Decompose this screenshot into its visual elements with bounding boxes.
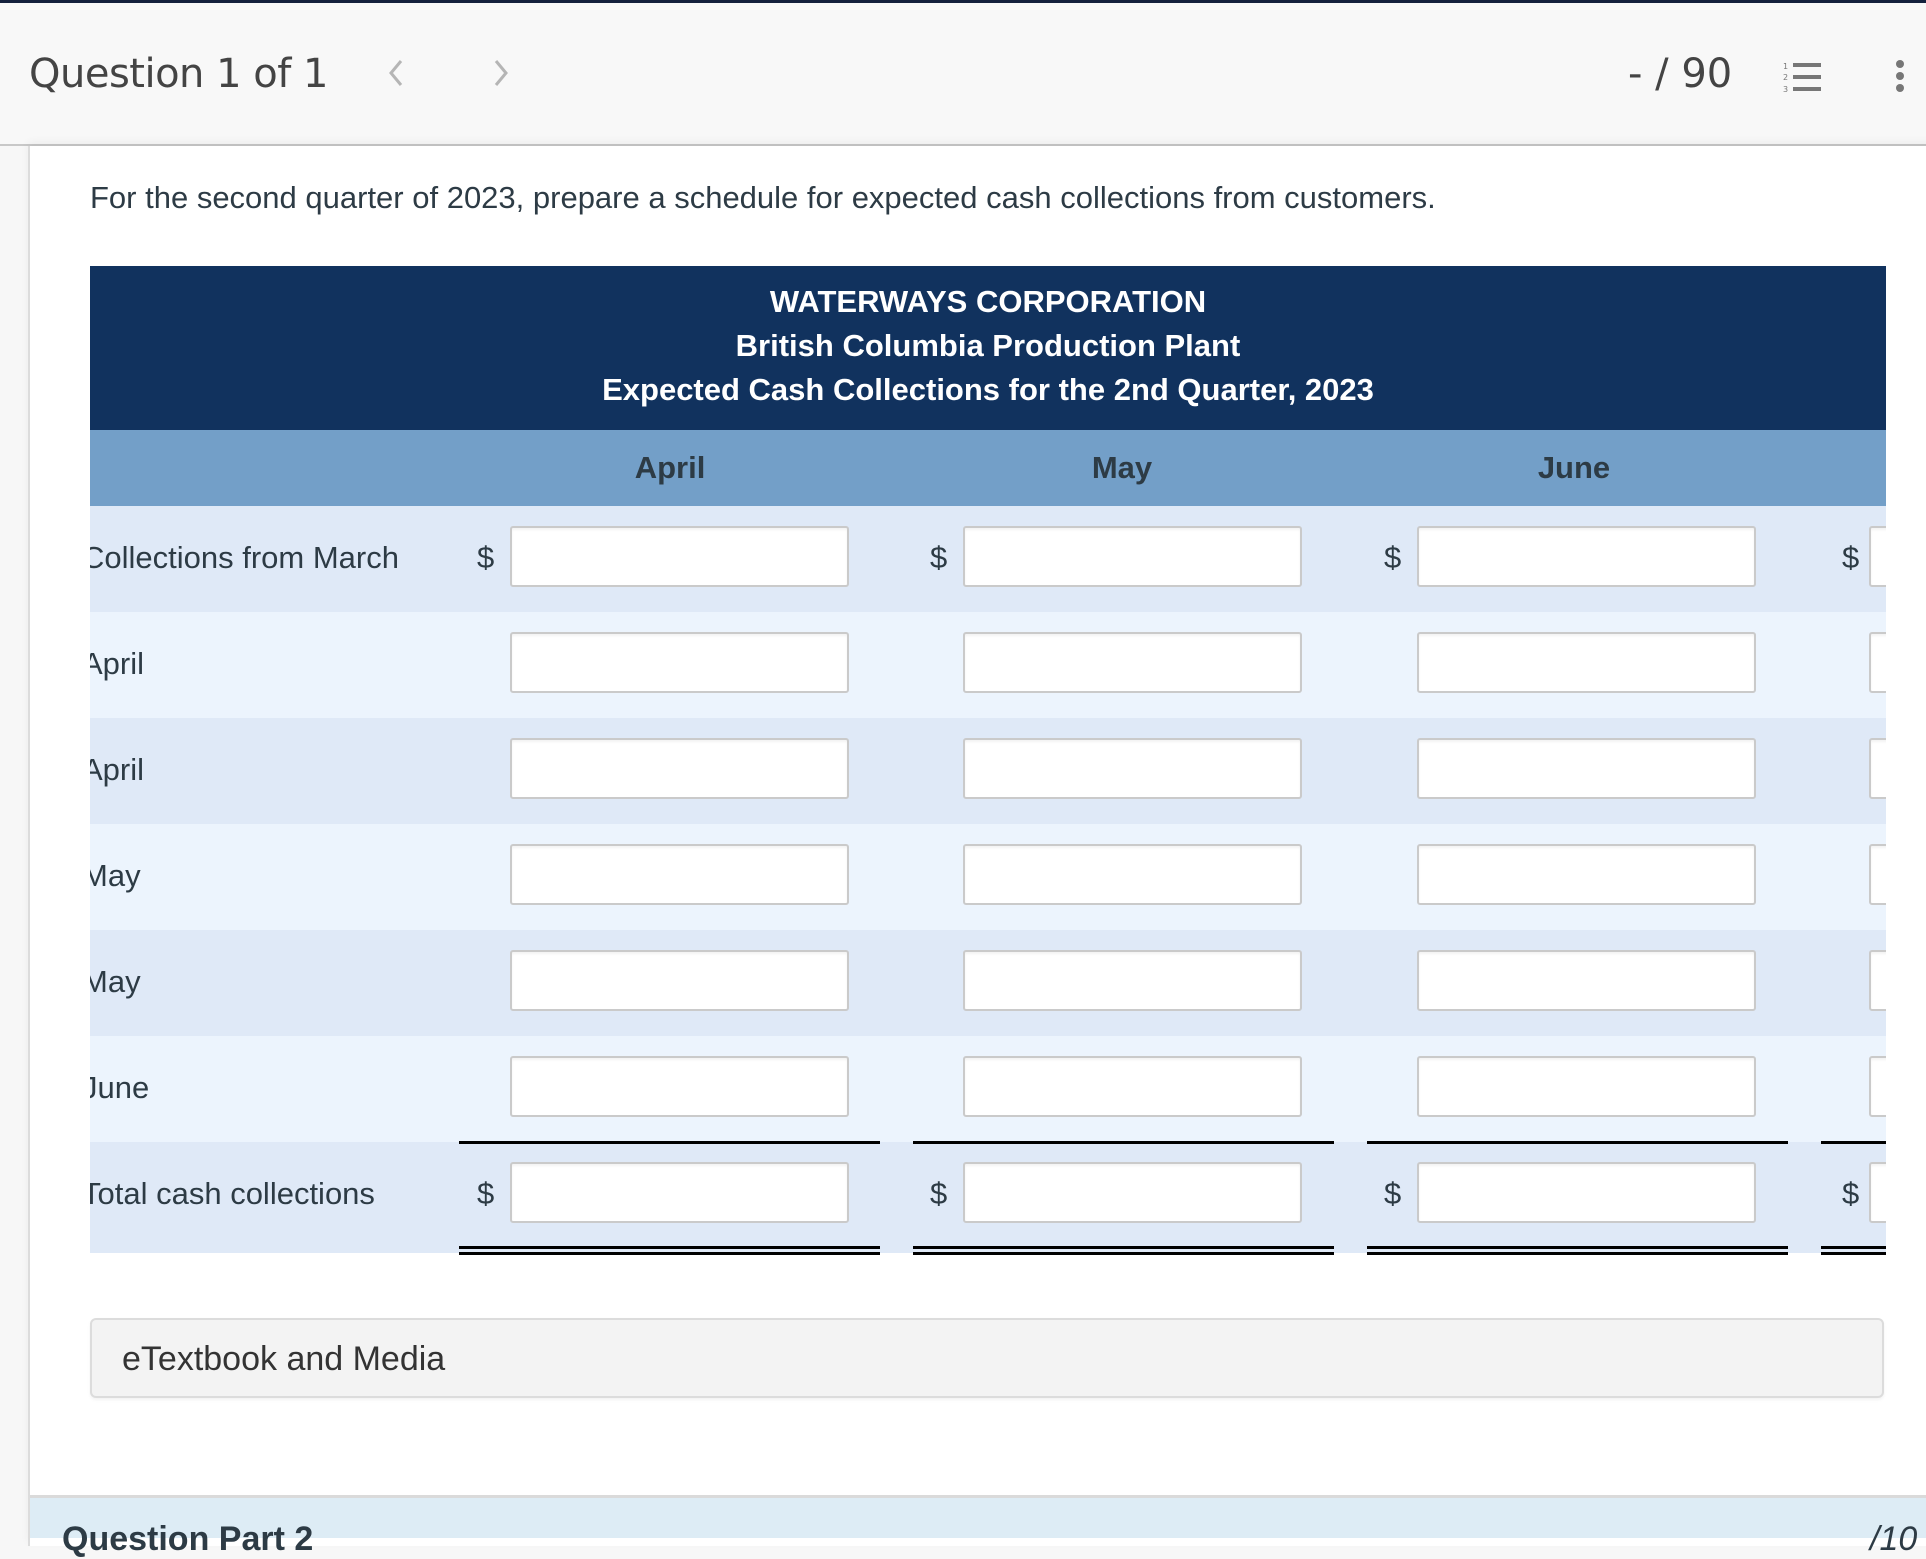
may-amount-input[interactable] — [963, 526, 1302, 587]
dollar-sign: $ — [1384, 540, 1402, 575]
total-may-amount-input[interactable] — [963, 1162, 1302, 1223]
row-label: Total cash collections — [90, 1176, 375, 1211]
may-amount-input[interactable] — [963, 844, 1302, 905]
total-row: Total cash collections $ $ $ $ — [90, 1141, 1886, 1255]
next-amount-input[interactable] — [1869, 738, 1886, 799]
numbered-list-icon: 1 2 3 — [1783, 62, 1821, 94]
row-label: June — [90, 1070, 150, 1105]
next-amount-input[interactable] — [1869, 844, 1886, 905]
april-amount-input[interactable] — [510, 526, 849, 587]
subtotal-rule — [459, 1141, 880, 1144]
row-label: April — [90, 752, 145, 787]
plant-name: British Columbia Production Plant — [735, 328, 1241, 363]
table-row: April — [90, 718, 1886, 824]
svg-text:2: 2 — [1783, 73, 1788, 82]
total-june-amount-input[interactable] — [1417, 1162, 1756, 1223]
column-header-may: May — [1091, 450, 1153, 485]
total-double-rule — [1367, 1246, 1788, 1255]
june-amount-input[interactable] — [1417, 844, 1756, 905]
subtotal-rule — [1367, 1141, 1788, 1144]
table-row: Collections from March $ $ $ $ — [90, 506, 1886, 612]
total-double-rule — [459, 1246, 880, 1255]
chevron-right-icon — [494, 60, 508, 86]
june-amount-input[interactable] — [1417, 950, 1756, 1011]
april-amount-input[interactable] — [510, 738, 849, 799]
may-amount-input[interactable] — [963, 1056, 1302, 1117]
dollar-sign: $ — [477, 540, 495, 575]
total-next-amount-input[interactable] — [1869, 1162, 1886, 1223]
svg-text:3: 3 — [1783, 85, 1788, 93]
svg-text:1: 1 — [1783, 62, 1788, 71]
question-list-button[interactable]: 1 2 3 — [1783, 61, 1823, 94]
may-amount-input[interactable] — [963, 632, 1302, 693]
dollar-sign: $ — [477, 1176, 495, 1211]
question-prompt: For the second quarter of 2023, prepare … — [90, 180, 1436, 215]
next-amount-input[interactable] — [1869, 950, 1886, 1011]
dollar-sign: $ — [930, 1176, 948, 1211]
june-amount-input[interactable] — [1417, 738, 1756, 799]
may-amount-input[interactable] — [963, 738, 1302, 799]
april-amount-input[interactable] — [510, 1056, 849, 1117]
april-amount-input[interactable] — [510, 844, 849, 905]
column-header-june: June — [1537, 450, 1611, 485]
next-amount-input[interactable] — [1869, 1056, 1886, 1117]
question-header-bar: Question 1 of 1 - / 90 1 2 3 — [0, 3, 1926, 146]
more-vertical-icon — [1896, 60, 1904, 92]
next-question-button[interactable] — [490, 53, 512, 103]
june-amount-input[interactable] — [1417, 1056, 1756, 1117]
next-amount-input[interactable] — [1869, 632, 1886, 693]
row-label: Collections from March — [90, 540, 399, 575]
etextbook-media-label: eTextbook and Media — [122, 1340, 446, 1378]
chevron-left-icon — [389, 60, 403, 86]
etextbook-media-button[interactable]: eTextbook and Media — [90, 1318, 1884, 1398]
company-name: WATERWAYS CORPORATION — [769, 284, 1207, 319]
june-amount-input[interactable] — [1417, 526, 1756, 587]
more-options-button[interactable] — [1893, 59, 1907, 95]
previous-question-button[interactable] — [385, 53, 407, 103]
question-part-score: /10 — [1870, 1520, 1918, 1558]
column-header-april: April — [634, 450, 706, 485]
schedule-title-header: WATERWAYS CORPORATION British Columbia P… — [90, 266, 1886, 430]
row-label: May — [90, 964, 141, 999]
table-row: May — [90, 930, 1886, 1036]
dollar-sign: $ — [1842, 1176, 1860, 1211]
total-april-amount-input[interactable] — [510, 1162, 849, 1223]
dollar-sign: $ — [1384, 1176, 1402, 1211]
subtotal-rule — [913, 1141, 1334, 1144]
dollar-sign: $ — [1842, 540, 1860, 575]
subtotal-rule — [1821, 1141, 1886, 1144]
question-part-2-bar[interactable]: Question Part 2 /10 — [30, 1495, 1926, 1558]
table-row: May — [90, 824, 1886, 930]
june-amount-input[interactable] — [1417, 632, 1756, 693]
dollar-sign: $ — [930, 540, 948, 575]
table-row: June — [90, 1036, 1886, 1142]
row-label: May — [90, 858, 141, 893]
next-amount-input[interactable] — [1869, 526, 1886, 587]
question-part-title: Question Part 2 — [62, 1520, 314, 1558]
april-amount-input[interactable] — [510, 632, 849, 693]
april-amount-input[interactable] — [510, 950, 849, 1011]
table-row: April — [90, 612, 1886, 718]
may-amount-input[interactable] — [963, 950, 1302, 1011]
total-double-rule — [913, 1246, 1334, 1255]
schedule-title: Expected Cash Collections for the 2nd Qu… — [602, 372, 1374, 407]
row-label: April — [90, 646, 145, 681]
month-column-header: April May June — [90, 430, 1886, 506]
total-double-rule — [1821, 1246, 1886, 1255]
cash-collections-schedule: WATERWAYS CORPORATION British Columbia P… — [90, 266, 1886, 1266]
question-score: - / 90 — [1628, 51, 1733, 97]
question-counter: Question 1 of 1 — [29, 51, 329, 97]
